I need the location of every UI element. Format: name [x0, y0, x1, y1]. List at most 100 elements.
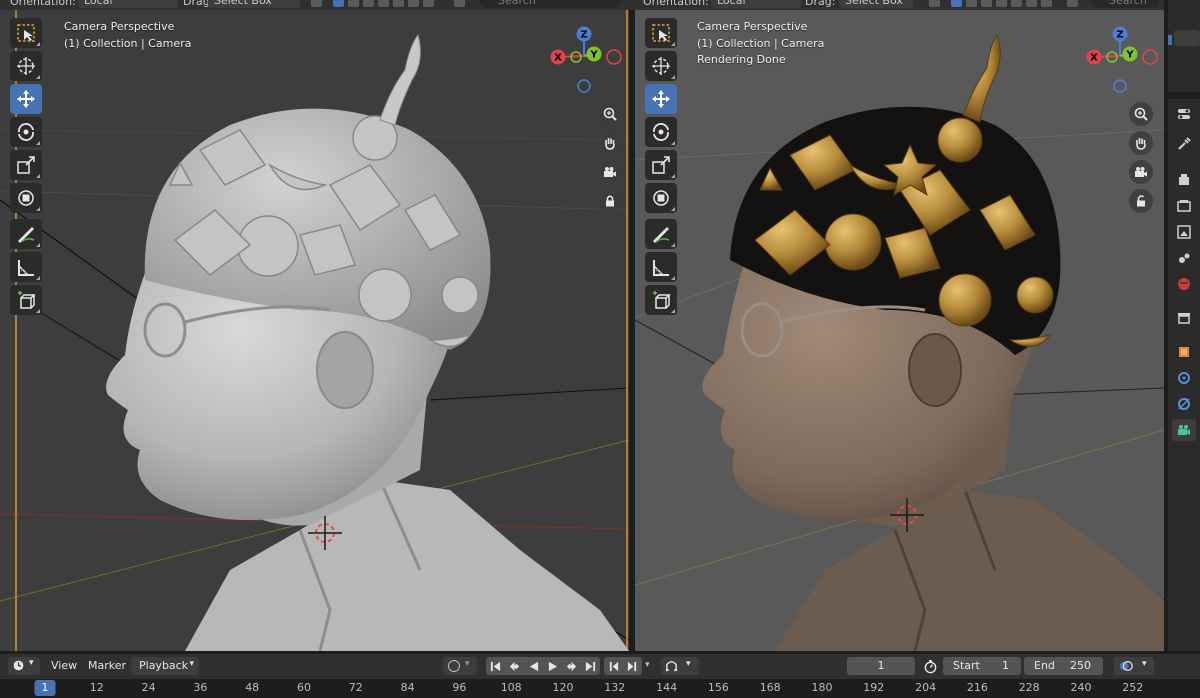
object-properties-icon[interactable] [1172, 341, 1196, 363]
prev-frame-button[interactable] [604, 657, 623, 675]
overlay-toggle[interactable]: ▾ [1114, 657, 1154, 675]
mode-select-icon-right[interactable] [951, 0, 962, 7]
collection-properties-icon[interactable] [1172, 307, 1196, 329]
keyframe-prev-icon [509, 661, 520, 671]
mode-subtract-icon[interactable] [363, 0, 374, 7]
zoom-button[interactable] [598, 102, 622, 126]
next-frame-button[interactable] [623, 657, 642, 675]
keying-set-toggle[interactable]: ▾ [661, 657, 699, 675]
orientation-dropdown-right[interactable]: Local [711, 0, 801, 8]
drag-dropdown[interactable]: Select Box [208, 0, 300, 8]
editor-type-dropdown[interactable]: ▾ [8, 657, 40, 675]
cursor-tool[interactable] [645, 51, 677, 81]
timeline-header: ▾ View Marker Playback ▾ ▾ ▾ ▾ 1 Start 1… [0, 654, 1200, 679]
jump-keyframe-prev-button[interactable] [505, 657, 524, 675]
orientation-dropdown[interactable]: Local [78, 0, 178, 8]
camera-data-properties-icon[interactable] [1172, 419, 1196, 441]
mode-intersect-icon[interactable] [393, 0, 404, 7]
mode-difference-icon[interactable] [408, 0, 419, 7]
annotate-tool[interactable] [10, 219, 42, 249]
lock-button[interactable] [598, 189, 622, 213]
properties-editor-icon[interactable] [1172, 103, 1196, 125]
jump-keyframe-next-button[interactable] [562, 657, 581, 675]
zoom-icon [603, 107, 617, 121]
navigation-gizmo-left[interactable]: Z Y X [544, 22, 624, 102]
add-cube-icon [653, 291, 671, 309]
transform-tool[interactable] [645, 183, 677, 213]
mode-intersect-icon-right[interactable] [1011, 0, 1022, 7]
select-box-tool[interactable] [10, 18, 42, 48]
lock-button[interactable] [1129, 189, 1153, 213]
auto-keying-toggle[interactable]: ▾ [443, 657, 477, 675]
jump-end-button[interactable] [581, 657, 600, 675]
camera-view-button[interactable] [1129, 160, 1153, 184]
mode-subtract-icon-right[interactable] [981, 0, 992, 7]
mode-extend-icon[interactable] [348, 0, 359, 7]
menu-view[interactable]: View [51, 659, 77, 672]
physics-properties-icon[interactable] [1172, 393, 1196, 415]
current-frame-field[interactable]: 1 [847, 657, 915, 675]
mode-select-icon[interactable] [333, 0, 344, 7]
select-box-tool[interactable] [645, 18, 677, 48]
clock-icon [13, 660, 24, 671]
rotate-tool[interactable] [645, 117, 677, 147]
mode-and-icon-right[interactable] [1041, 0, 1052, 7]
viewport-rendered[interactable]: Camera Perspective (1) Collection | Came… [635, 10, 1164, 651]
search-field[interactable]: Search [480, 0, 620, 8]
pan-hand-button[interactable] [598, 131, 622, 155]
pan-hand-button[interactable] [1129, 131, 1153, 155]
rotate-tool[interactable] [10, 117, 42, 147]
chevron-down-icon[interactable]: ▾ [645, 660, 650, 670]
outliner-filter-button[interactable] [1174, 30, 1200, 46]
move-tool[interactable] [10, 84, 42, 114]
mode-extend-icon-right[interactable] [966, 0, 977, 7]
mode-invert-icon-right[interactable] [996, 0, 1007, 7]
world-properties-icon[interactable] [1172, 273, 1196, 295]
mode-difference-icon-right[interactable] [1026, 0, 1037, 7]
cursor-tool[interactable] [10, 51, 42, 81]
tool-options-indicator [36, 243, 40, 247]
filter-icon-right[interactable] [1067, 0, 1078, 7]
scene-properties-icon[interactable] [1172, 247, 1196, 269]
modifier-properties-icon[interactable] [1172, 367, 1196, 389]
menu-marker[interactable]: Marker [88, 659, 126, 672]
scale-tool[interactable] [645, 150, 677, 180]
annotate-tool[interactable] [645, 219, 677, 249]
move-tool[interactable] [645, 84, 677, 114]
zoom-button[interactable] [1129, 102, 1153, 126]
camera-view-button[interactable] [598, 160, 622, 184]
view-layer-icon[interactable] [1172, 221, 1196, 243]
filter-icon[interactable] [454, 0, 465, 7]
viewport-solid[interactable]: Camera Perspective (1) Collection | Came… [0, 10, 629, 651]
drag-dropdown-right[interactable]: Select Box [839, 0, 913, 8]
mode-and-icon[interactable] [423, 0, 434, 7]
scale-tool[interactable] [10, 150, 42, 180]
timeline-ruler[interactable]: 1 12 24 36 48 60 72 84 96 108 120 132 144 156 168 180 19… [0, 679, 1200, 698]
playback-label: Playback [139, 659, 189, 672]
search-field-right[interactable]: Search [1091, 0, 1159, 8]
render-properties-icon[interactable] [1172, 169, 1196, 191]
measure-tool[interactable] [645, 252, 677, 282]
start-frame-field[interactable]: Start 1 [943, 657, 1021, 675]
stopwatch-icon[interactable] [923, 659, 938, 674]
play-button[interactable] [543, 657, 562, 675]
jump-start-button[interactable] [486, 657, 505, 675]
output-properties-icon[interactable] [1172, 195, 1196, 217]
current-frame-marker[interactable]: 1 [34, 680, 56, 696]
object-icon-right[interactable] [929, 0, 940, 7]
navigation-gizmo-right[interactable]: Z Y X [1080, 22, 1160, 102]
tool-icon[interactable] [1172, 133, 1196, 155]
overlay-icon [1119, 660, 1133, 672]
next-frame-icon [627, 661, 637, 671]
measure-tool[interactable] [10, 252, 42, 282]
add-cube-tool[interactable] [645, 285, 677, 315]
end-frame-field[interactable]: End 250 [1024, 657, 1103, 675]
object-icon[interactable] [311, 0, 322, 7]
viewport-info-left: Camera Perspective (1) Collection | Came… [64, 19, 191, 52]
playback-dropdown[interactable]: Playback ▾ [131, 657, 199, 675]
add-cube-tool[interactable] [10, 285, 42, 315]
play-reverse-button[interactable] [524, 657, 543, 675]
transform-tool[interactable] [10, 183, 42, 213]
mode-invert-icon[interactable] [378, 0, 389, 7]
left-viewport-header: Orientation: Local Drag: Select Box Sear… [0, 0, 629, 10]
